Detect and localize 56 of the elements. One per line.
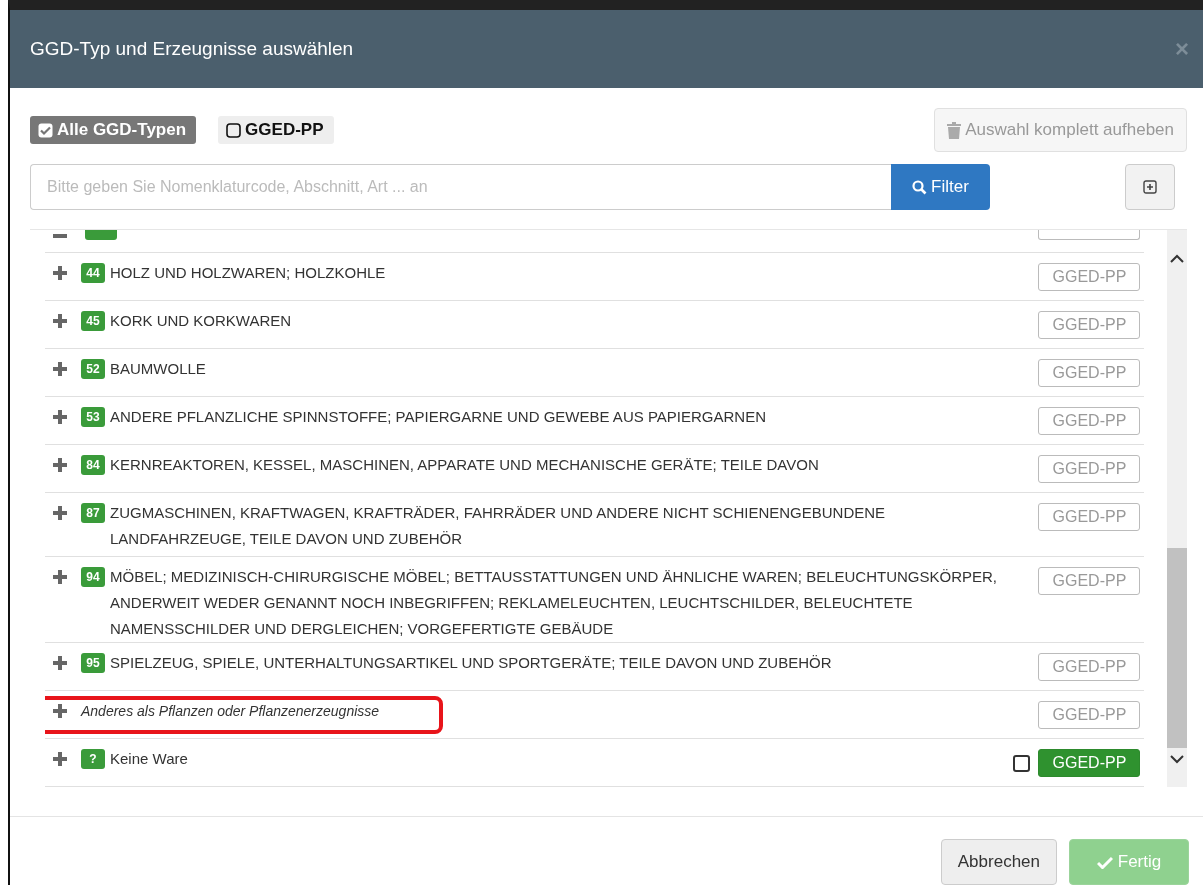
- code-badge: 87: [81, 503, 105, 523]
- type-tag[interactable]: GGED-PP: [1038, 263, 1141, 291]
- checked-box-icon: [38, 122, 53, 138]
- type-tag[interactable]: GGED-PP: [1038, 359, 1141, 387]
- search-icon: [912, 179, 928, 195]
- filter-button[interactable]: Filter: [891, 164, 990, 210]
- search-field[interactable]: Bitte geben Sie Nomenklaturcode, Abschnitt, Art ... an: [30, 164, 891, 210]
- type-toggle[interactable]: Alle GGD-Typen: [30, 116, 197, 144]
- type-tag[interactable]: GGED-PP: [1038, 566, 1141, 595]
- type-tag[interactable]: GGED-PP: [1038, 311, 1141, 339]
- row-label: Anderes als Pflanzen oder Pflanzenerzeugnisse: [81, 702, 380, 721]
- dialog-title: GGD-Typ und Erzeugnisse auswählen: [30, 38, 354, 60]
- code-badge: 84: [81, 455, 105, 475]
- clear-selection-button[interactable]: Auswahl komplett aufheben: [934, 108, 1187, 152]
- trash-icon: [947, 121, 962, 139]
- expand-all-button[interactable]: [1125, 164, 1175, 210]
- empty-box-icon: [226, 122, 242, 138]
- list-row[interactable]: Anderes als Pflanzen oder Pflanzenerzeugnisse GGED-PP: [45, 691, 1145, 739]
- code-badge: 52: [81, 359, 105, 379]
- type-tag[interactable]: GGED-PP: [1038, 749, 1141, 777]
- code-badge: 53: [81, 407, 105, 427]
- list-row[interactable]: ? Keine Ware GGED-PP: [45, 739, 1145, 787]
- cancel-button[interactable]: Abbrechen: [940, 839, 1057, 885]
- code-badge: 44: [81, 263, 105, 283]
- type-tag[interactable]: GGED-PP: [1038, 407, 1141, 435]
- row-label: MÖBEL; MEDIZINISCH-CHIRURGISCHE MÖBEL; BETTAUSSTATTUNGEN UND ÄHNLICHE WAREN; BELEUCHTUNGSKÖRPER, ANDERWEIT WEDER GENANNT NOCH INBEGRIFFEN; REKLAMELEUCHTEN, LEUCHTSCHILDER, BELEUCHTETE NAMENSSCHILDER UND DERGLEICHEN; VORGEFERTIGTE GEBÄUDE: [110, 566, 999, 639]
- list-row[interactable]: 84 KERNREAKTOREN, KESSEL, MASCHINEN, APPARATE UND MECHANISCHE GERÄTE; TEILE DAVON GGED-PP: [45, 445, 1145, 493]
- list-row[interactable]: 45 KORK UND KORKWAREN GGED-PP: [45, 301, 1145, 349]
- list-row[interactable]: 52 BAUMWOLLE GGED-PP: [45, 349, 1145, 397]
- list-row[interactable]: 95 SPIELZEUG, SPIELE, UNTERHALTUNGSARTIKEL UND SPORTGERÄTE; TEILE DAVON UND ZUBEHÖR GGED-PP: [45, 643, 1145, 691]
- code-badge: 95: [81, 653, 105, 673]
- list-row[interactable]: 44 HOLZ UND HOLZWAREN; HOLZKOHLE GGED-PP: [45, 253, 1145, 301]
- checkmark-icon: [1096, 855, 1113, 869]
- code-badge: [85, 230, 117, 240]
- code-badge: 45: [81, 311, 105, 331]
- list-row[interactable]: 87 ZUGMASCHINEN, KRAFTWAGEN, KRAFTRÄDER, FAHRRÄDER UND ANDERE NICHT SCHIENENGEBUNDENE LANDFAHRZEUGE, TEILE DAVON UND ZUBEHÖR GGED-PP: [45, 493, 1145, 557]
- type-tag[interactable]: GGED-PP: [1038, 653, 1141, 681]
- row-label: Keine Ware: [110, 749, 188, 769]
- checkbox[interactable]: [1013, 754, 1031, 772]
- code-badge: 94: [81, 566, 105, 587]
- row-label: BAUMWOLLE: [110, 359, 206, 379]
- type-tag[interactable]: GGED-PP: [1038, 701, 1141, 729]
- scrollbar-thumb[interactable]: [1167, 548, 1187, 748]
- row-label: ZUGMASCHINEN, KRAFTWAGEN, KRAFTRÄDER, FAHRRÄDER UND ANDERE NICHT SCHIENENGEBUNDENE LANDFAHRZEUGE, TEILE DAVON UND ZUBEHÖR: [110, 503, 887, 549]
- row-label: HOLZ UND HOLZWAREN; HOLZKOHLE: [110, 263, 386, 283]
- type-toggle[interactable]: GGED-PP: [218, 116, 334, 144]
- list-row[interactable]: 53 ANDERE PFLANZLICHE SPINNSTOFFE; PAPIERGARNE UND GEWEBE AUS PAPIERGARNEN GGED-PP: [45, 397, 1145, 445]
- plus-square-icon: [1143, 180, 1157, 194]
- row-label: KORK UND KORKWAREN: [110, 311, 292, 331]
- row-label: SPIELZEUG, SPIELE, UNTERHALTUNGSARTIKEL UND SPORTGERÄTE; TEILE DAVON UND ZUBEHÖR: [110, 653, 832, 673]
- type-tag[interactable]: GGED-PP: [1038, 503, 1141, 531]
- row-label: ANDERE PFLANZLICHE SPINNSTOFFE; PAPIERGARNE UND GEWEBE AUS PAPIERGARNEN: [110, 407, 766, 427]
- code-badge: ?: [81, 749, 105, 769]
- row-label: KERNREAKTOREN, KESSEL, MASCHINEN, APPARATE UND MECHANISCHE GERÄTE; TEILE DAVON: [110, 455, 819, 475]
- type-tag[interactable]: GGED-PP: [1038, 455, 1141, 483]
- scrollbar[interactable]: [1167, 230, 1187, 787]
